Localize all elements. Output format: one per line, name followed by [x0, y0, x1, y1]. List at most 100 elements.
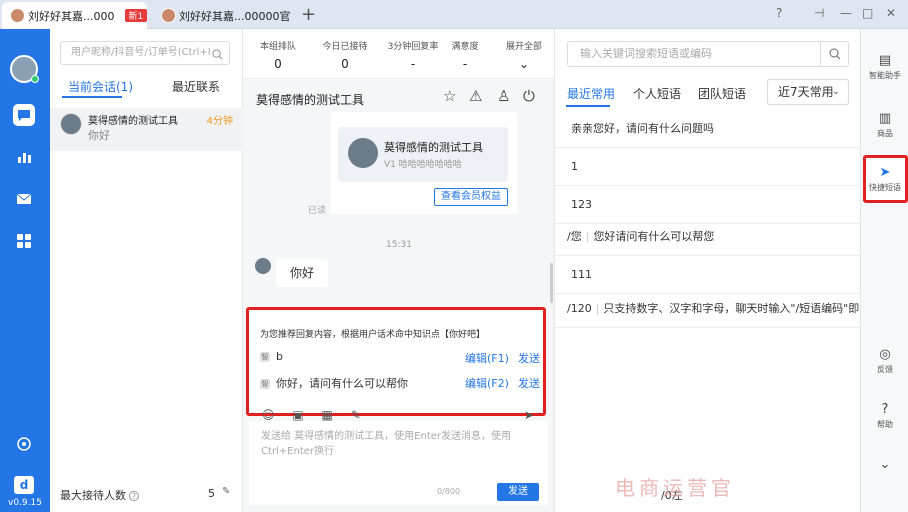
maximize-button[interactable]: □ — [862, 6, 873, 20]
avatar — [255, 258, 271, 274]
chat-header: 莫得感情的测试工具 ☆ ⚠ ♙ ⏻ — [243, 79, 554, 115]
tab-personal-phrases[interactable]: 个人短语 — [633, 85, 681, 102]
active-tab-indicator — [62, 96, 122, 98]
phrase-text: 123 — [571, 198, 592, 211]
edit-icon[interactable]: ✎ — [222, 486, 230, 497]
member-card-name: 莫得感情的测试工具 — [384, 141, 483, 154]
stat-label: 展开全部 — [505, 42, 542, 52]
smart-assistant-button[interactable]: ▤ 智能助手 — [861, 53, 908, 81]
phrase-row[interactable]: /120 | 只支持数字、汉字和字母，聊天时输入"/短语编码"即... — [555, 290, 861, 328]
mail-icon[interactable] — [13, 188, 35, 210]
help-button[interactable]: ? 帮助 — [861, 402, 908, 430]
send-icon: ➤ — [879, 165, 891, 180]
feedback-button[interactable]: ◎ 反馈 — [861, 347, 908, 375]
compose-toolbar: ☺ ▣ ▦ ✎ ➤ — [262, 408, 534, 422]
message-input[interactable]: 发送给 莫得感情的测试工具，使用Enter发送消息，使用Ctrl+Enter换行… — [249, 421, 548, 505]
edit-icon[interactable]: ✎ — [351, 408, 361, 422]
star-icon[interactable]: ☆ — [443, 87, 456, 105]
edit-suggestion-button[interactable]: 编辑(F1) — [465, 350, 509, 366]
app-sidebar: d v0.9.15 — [0, 29, 50, 512]
stat-label: 本组排队 — [259, 42, 296, 52]
minimize-button[interactable]: — — [840, 6, 852, 20]
apps-icon[interactable] — [13, 230, 35, 252]
rightbar-label: 帮助 — [877, 420, 893, 429]
window-tab-2[interactable]: 刘好好其嘉...00000官 — [153, 2, 298, 29]
smart-tag-icon: 智 — [260, 379, 270, 389]
char-counter: 0/800 — [437, 487, 461, 496]
phrase-code: /您 — [567, 230, 582, 243]
stat-value: 0 — [341, 57, 349, 71]
send-button[interactable]: 发送 — [497, 483, 539, 501]
stat-value: - — [462, 57, 468, 71]
tab-team-phrases[interactable]: 团队短语 — [698, 85, 746, 102]
conversation-item[interactable]: 莫得感情的测试工具 4分钟 你好 — [50, 108, 243, 151]
stats-icon[interactable] — [13, 146, 35, 168]
end-session-icon[interactable]: ⏻ — [523, 87, 535, 105]
stat-queue: 本组排队 0 — [253, 39, 303, 71]
version-label: v0.9.15 — [8, 498, 42, 508]
goods-icon: ▥ — [878, 111, 892, 126]
emoji-icon[interactable]: ☺ — [262, 408, 275, 422]
app-logo: d — [14, 476, 34, 494]
quick-phrase-button[interactable]: ➤ 快捷短语 — [861, 165, 908, 193]
tab-recent-used[interactable]: 最近常用 — [567, 85, 615, 102]
title-bar: 刘好好其嘉...000 新1 刘好好其嘉...00000官 + ? ⊣ — □ … — [0, 0, 908, 29]
max-reception-label: 最大接待人数? — [60, 487, 139, 503]
phrase-code: /120 — [567, 302, 592, 315]
stat-satisfaction: 满意度 - — [445, 39, 485, 71]
phrase-row[interactable]: /您 | 您好请问有什么可以帮您 — [555, 218, 861, 256]
conversation-search-input[interactable]: 用户昵称/抖音号/订单号(Ctrl+I — [60, 41, 230, 65]
tab-recent-contacts[interactable]: 最近联系 — [172, 78, 220, 95]
warning-icon[interactable]: ⚠ — [469, 87, 482, 105]
phrase-text: 只支持数字、汉字和字母，聊天时输入"/短语编码"即... — [603, 302, 861, 315]
video-icon[interactable]: ▦ — [322, 408, 333, 422]
send-plane-icon[interactable]: ➤ — [524, 408, 534, 422]
close-button[interactable]: ✕ — [886, 6, 896, 20]
tab-label: 刘好好其嘉...000 — [28, 9, 115, 23]
conversation-time: 4分钟 — [206, 116, 233, 127]
stat-reply-rate: 3分钟回复率 - — [380, 39, 446, 71]
transfer-user-icon[interactable]: ♙ — [497, 87, 510, 105]
help-icon: ? — [881, 402, 889, 417]
edit-suggestion-button[interactable]: 编辑(F2) — [465, 375, 509, 391]
send-suggestion-button[interactable]: 发送 — [518, 350, 540, 366]
rightbar-label: 商品 — [877, 129, 893, 138]
member-card-body: 莫得感情的测试工具 V1 哈哈哈哈哈哈哈 — [338, 127, 508, 182]
collapse-button[interactable]: ⌄ — [861, 457, 908, 474]
phrase-text: 您好请问有什么可以帮您 — [593, 230, 715, 243]
stat-label: 3分钟回复率 — [387, 42, 439, 52]
phrase-row[interactable]: 111 — [555, 256, 861, 294]
rightbar-label: 快捷短语 — [869, 183, 901, 192]
image-icon[interactable]: ▣ — [292, 408, 303, 422]
question-icon[interactable]: ? — [129, 491, 139, 501]
phrase-row[interactable]: 1 — [555, 148, 861, 186]
phrase-search-input[interactable]: 输入关键词搜索短语或编码 — [567, 41, 849, 67]
conversation-panel: 用户昵称/抖音号/订单号(Ctrl+I 当前会话(1) 最近联系 莫得感情的测试… — [50, 29, 243, 512]
message-input-placeholder: 发送给 莫得感情的测试工具，使用Enter发送消息，使用Ctrl+Enter换行 — [261, 431, 512, 457]
active-tab-indicator — [566, 105, 610, 107]
phrase-row[interactable]: 亲亲您好，请问有什么问题吗 — [555, 110, 861, 148]
conversation-name: 莫得感情的测试工具 — [88, 116, 178, 127]
feedback-icon: ◎ — [879, 347, 891, 362]
help-icon[interactable]: ? — [776, 6, 782, 20]
search-placeholder: 用户昵称/抖音号/订单号(Ctrl+I — [71, 47, 211, 58]
new-tab-button[interactable]: + — [301, 4, 316, 25]
chevron-down-icon: ⌄ — [879, 457, 891, 472]
pin-icon[interactable]: ⊣ — [814, 6, 824, 20]
message-bubble: 你好 — [276, 259, 328, 287]
search-icon[interactable] — [820, 42, 848, 66]
view-member-benefits-button[interactable]: 查看会员权益 — [434, 188, 508, 206]
window-tab-1[interactable]: 刘好好其嘉...000 新1 — [2, 2, 147, 29]
expand-all-button[interactable]: 展开全部 ⌄ — [501, 39, 547, 71]
chat-icon[interactable] — [13, 104, 35, 126]
search-icon[interactable] — [212, 47, 223, 69]
send-suggestion-button[interactable]: 发送 — [518, 375, 540, 391]
read-status: 已读 — [308, 206, 327, 216]
chat-scrollbar[interactable] — [550, 263, 553, 303]
period-select[interactable]: 近7天常用 ⌄ — [767, 79, 849, 105]
settings-icon[interactable] — [13, 433, 35, 455]
tab-label: 刘好好其嘉...00000官 — [179, 9, 291, 23]
goods-button[interactable]: ▥ 商品 — [861, 111, 908, 139]
tab-current-sessions[interactable]: 当前会话(1) — [68, 78, 133, 95]
period-select-value: 近7天常用 — [778, 85, 834, 99]
